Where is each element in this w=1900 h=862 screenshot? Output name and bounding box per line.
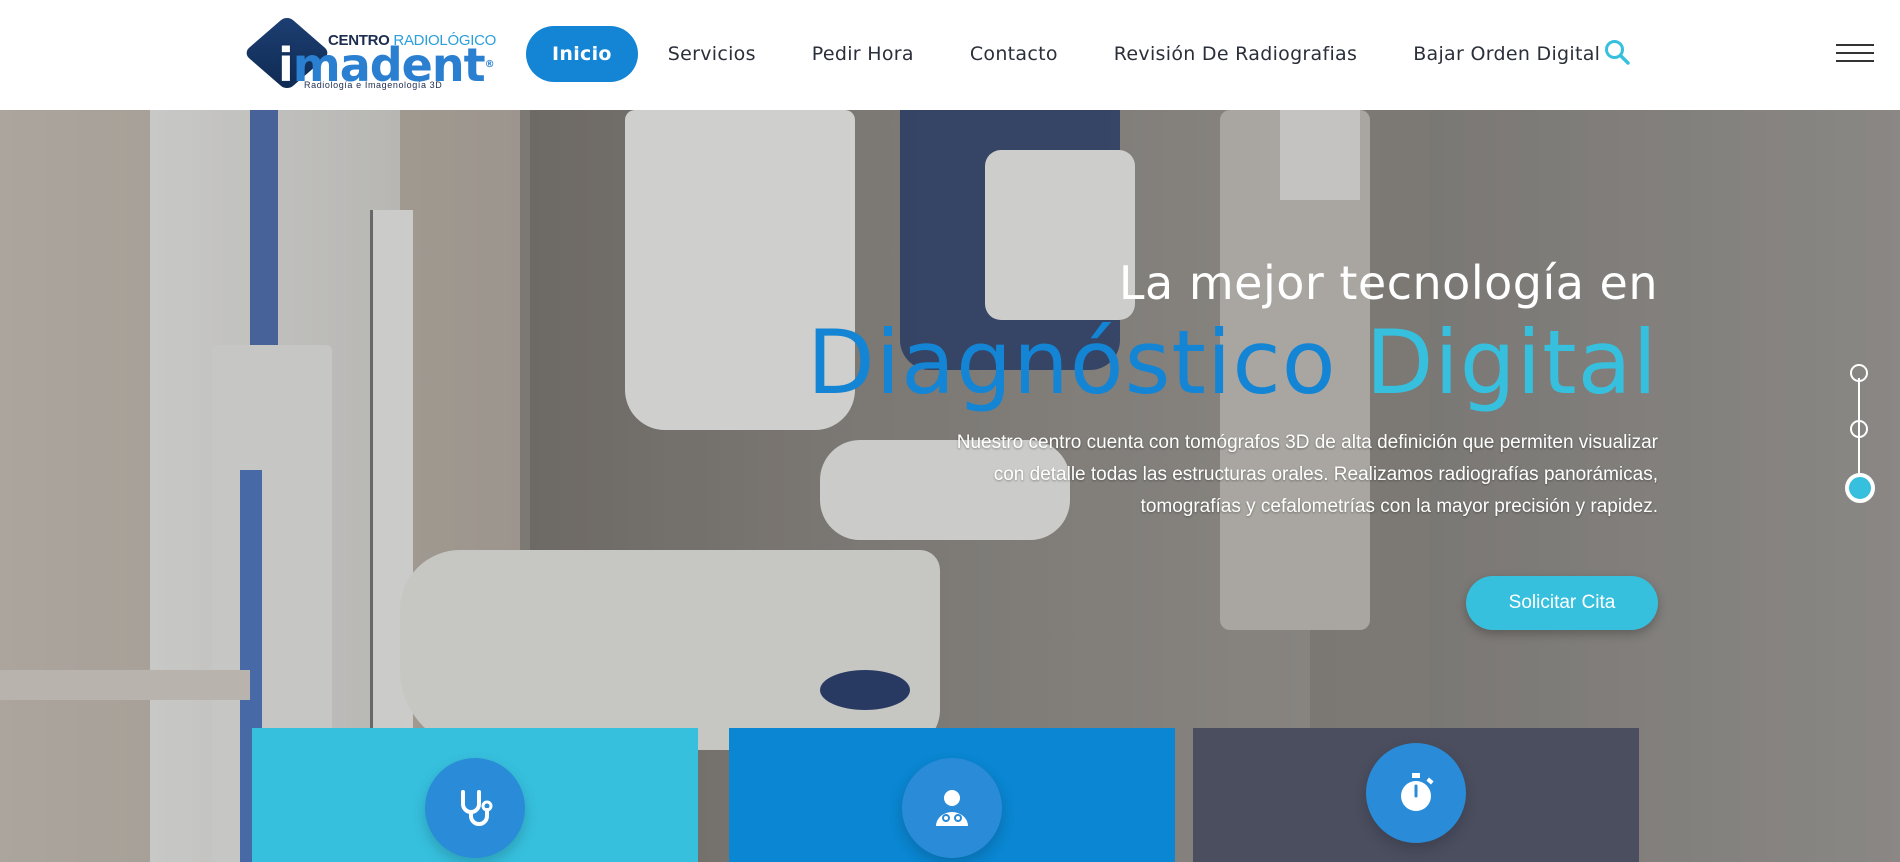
site-header: CENTRO RADIOLÓGICO imadent® Radiología e… — [0, 0, 1900, 110]
nav-item-inicio[interactable]: Inicio — [526, 26, 638, 82]
nav-item-contacto[interactable]: Contacto — [944, 26, 1084, 82]
hero-description-line-2: con detalle todas las estructuras orales… — [993, 464, 1658, 485]
feature-card-3[interactable] — [1193, 728, 1639, 862]
hero-word-digital: Digital — [1365, 311, 1658, 414]
stethoscope-icon — [425, 758, 525, 858]
logo-i: i — [278, 38, 294, 92]
slider-dot-3[interactable] — [1845, 473, 1875, 503]
nav-item-servicios[interactable]: Servicios — [642, 26, 782, 82]
nav-item-pedir-hora[interactable]: Pedir Hora — [786, 26, 940, 82]
hero-text: La mejor tecnología en Diagnóstico Digit… — [758, 255, 1658, 523]
main-nav: Inicio Servicios Pedir Hora Contacto Rev… — [526, 26, 1630, 82]
slider-dot-2[interactable] — [1850, 420, 1868, 438]
hero-description-line-1: Nuestro centro cuenta con tomógrafos 3D … — [956, 432, 1658, 453]
hero-word-diagnostico: Diagnóstico — [806, 311, 1337, 414]
hamburger-menu-icon[interactable] — [1836, 44, 1874, 66]
hero-description-line-3: tomografías y cefalometrías con la mayor… — [1140, 496, 1658, 517]
nav-item-revision-radiografias[interactable]: Revisión De Radiografias — [1088, 26, 1383, 82]
feature-card-2[interactable] — [729, 728, 1175, 862]
solicitar-cita-button[interactable]: Solicitar Cita — [1466, 576, 1658, 630]
doctor-icon — [902, 758, 1002, 858]
hero-headline: La mejor tecnología en — [1118, 256, 1658, 310]
slider-pager — [1845, 364, 1875, 504]
logo-registered: ® — [484, 59, 495, 70]
hero-highlight: Diagnóstico Digital — [758, 311, 1658, 415]
nav-item-bajar-orden-digital[interactable]: Bajar Orden Digital — [1387, 26, 1626, 82]
feature-card-1[interactable] — [252, 728, 698, 862]
imadent-logo[interactable]: CENTRO RADIOLÓGICO imadent® Radiología e… — [243, 14, 496, 98]
hero-description: Nuestro centro cuenta con tomógrafos 3D … — [758, 427, 1658, 523]
search-icon[interactable] — [1604, 39, 1630, 65]
logo-tagline: Radiología e Imagenología 3D — [304, 80, 443, 90]
stopwatch-icon — [1366, 743, 1466, 843]
slider-dot-1[interactable] — [1850, 364, 1868, 382]
